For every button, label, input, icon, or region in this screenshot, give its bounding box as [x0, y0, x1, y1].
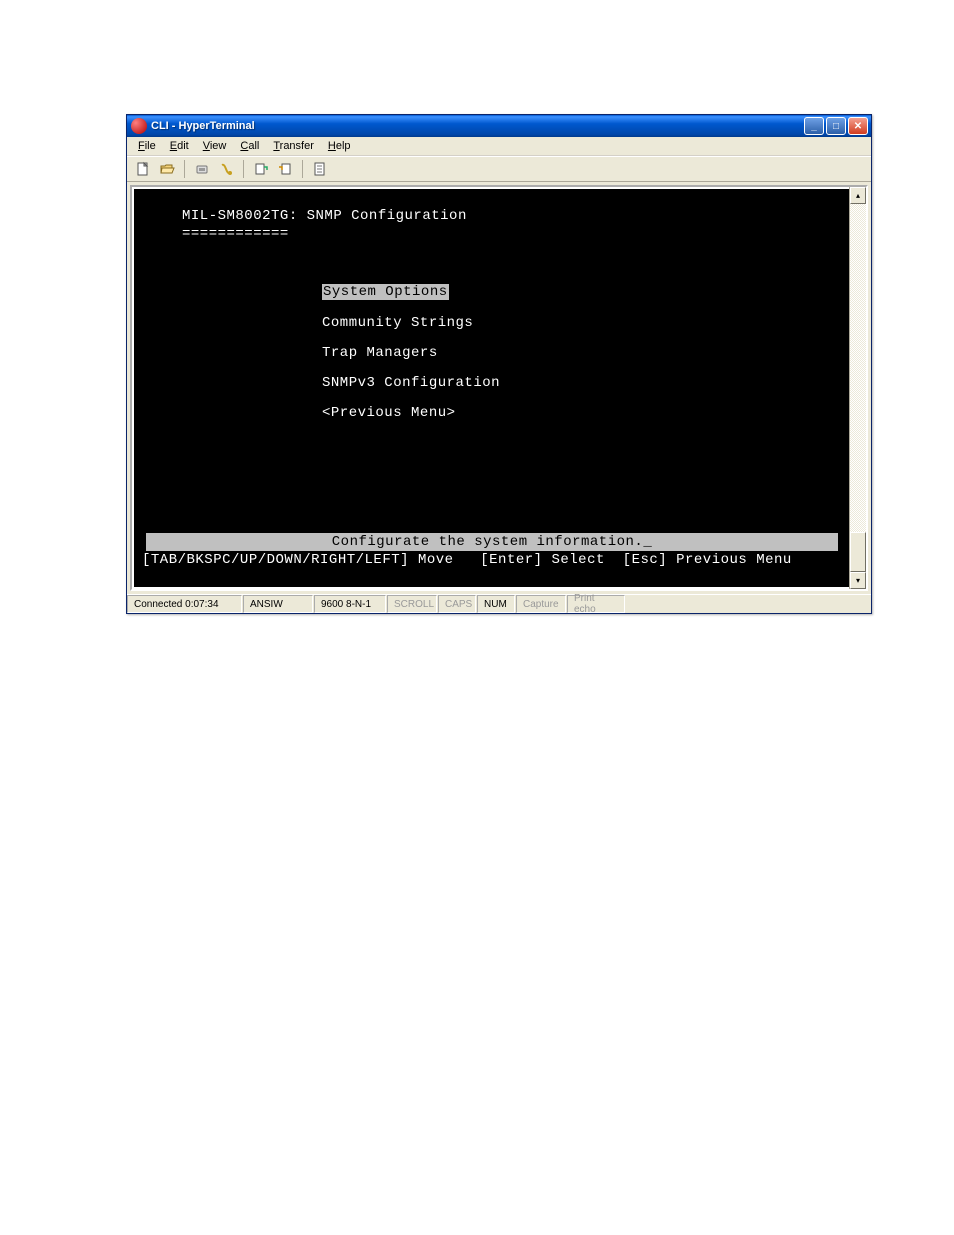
menu-file[interactable]: File: [131, 138, 163, 154]
content-area: MIL-SM8002TG: SNMP Configuration =======…: [127, 182, 871, 594]
disconnect-icon[interactable]: [216, 159, 236, 179]
window-buttons: _ □ ✕: [804, 117, 868, 135]
scroll-up-button[interactable]: ▴: [850, 187, 866, 204]
statusbar: Connected 0:07:34 ANSIW 9600 8-N-1 SCROL…: [127, 594, 871, 613]
properties-icon[interactable]: [310, 159, 330, 179]
terminal-heading-underline: ============: [134, 225, 864, 243]
open-icon[interactable]: [157, 159, 177, 179]
app-icon: [131, 118, 147, 134]
status-scroll: SCROLL: [387, 595, 437, 613]
terminal-footer: Configurate the system information._ [TA…: [140, 533, 846, 569]
receive-icon[interactable]: [275, 159, 295, 179]
menu-help[interactable]: Help: [321, 138, 358, 154]
toolbar-separator: [184, 160, 185, 178]
scroll-track[interactable]: [850, 204, 866, 572]
status-printecho: Print echo: [567, 595, 625, 613]
terminal-hint: Configurate the system information._: [146, 533, 838, 551]
status-caps: CAPS: [438, 595, 476, 613]
menu-item-community-strings[interactable]: Community Strings: [134, 314, 864, 332]
scroll-down-button[interactable]: ▾: [850, 572, 866, 589]
toolbar: [127, 156, 871, 182]
resize-grip[interactable]: [855, 595, 871, 613]
terminal-frame: MIL-SM8002TG: SNMP Configuration =======…: [130, 185, 868, 591]
terminal[interactable]: MIL-SM8002TG: SNMP Configuration =======…: [134, 189, 864, 587]
status-port: 9600 8-N-1: [314, 595, 386, 613]
menu-call[interactable]: Call: [233, 138, 266, 154]
minimize-button[interactable]: _: [804, 117, 824, 135]
menu-edit[interactable]: Edit: [163, 138, 196, 154]
connect-icon[interactable]: [192, 159, 212, 179]
window-title: CLI - HyperTerminal: [151, 120, 255, 132]
maximize-button[interactable]: □: [826, 117, 846, 135]
titlebar[interactable]: CLI - HyperTerminal _ □ ✕: [127, 115, 871, 137]
hyperterminal-window: CLI - HyperTerminal _ □ ✕ File Edit View…: [126, 114, 872, 614]
menu-item-snmpv3-config[interactable]: SNMPv3 Configuration: [134, 374, 864, 392]
status-emulation: ANSIW: [243, 595, 313, 613]
menu-transfer[interactable]: Transfer: [266, 138, 321, 154]
status-num: NUM: [477, 595, 515, 613]
new-icon[interactable]: [133, 159, 153, 179]
status-capture: Capture: [516, 595, 566, 613]
toolbar-separator: [243, 160, 244, 178]
menu-item-previous-menu[interactable]: <Previous Menu>: [134, 404, 864, 422]
terminal-nav-help: [TAB/BKSPC/UP/DOWN/RIGHT/LEFT] Move [Ent…: [140, 551, 846, 569]
menu-item-system-options[interactable]: System Options: [134, 283, 864, 301]
scroll-thumb[interactable]: [850, 532, 866, 572]
vertical-scrollbar[interactable]: ▴ ▾: [849, 187, 866, 589]
send-icon[interactable]: [251, 159, 271, 179]
status-connected: Connected 0:07:34: [127, 595, 242, 613]
menu-item-trap-managers[interactable]: Trap Managers: [134, 344, 864, 362]
terminal-menu: System Options Community Strings Trap Ma…: [134, 283, 864, 422]
menubar: File Edit View Call Transfer Help: [127, 137, 871, 156]
terminal-heading: MIL-SM8002TG: SNMP Configuration: [134, 207, 864, 225]
menu-view[interactable]: View: [196, 138, 234, 154]
close-button[interactable]: ✕: [848, 117, 868, 135]
toolbar-separator: [302, 160, 303, 178]
